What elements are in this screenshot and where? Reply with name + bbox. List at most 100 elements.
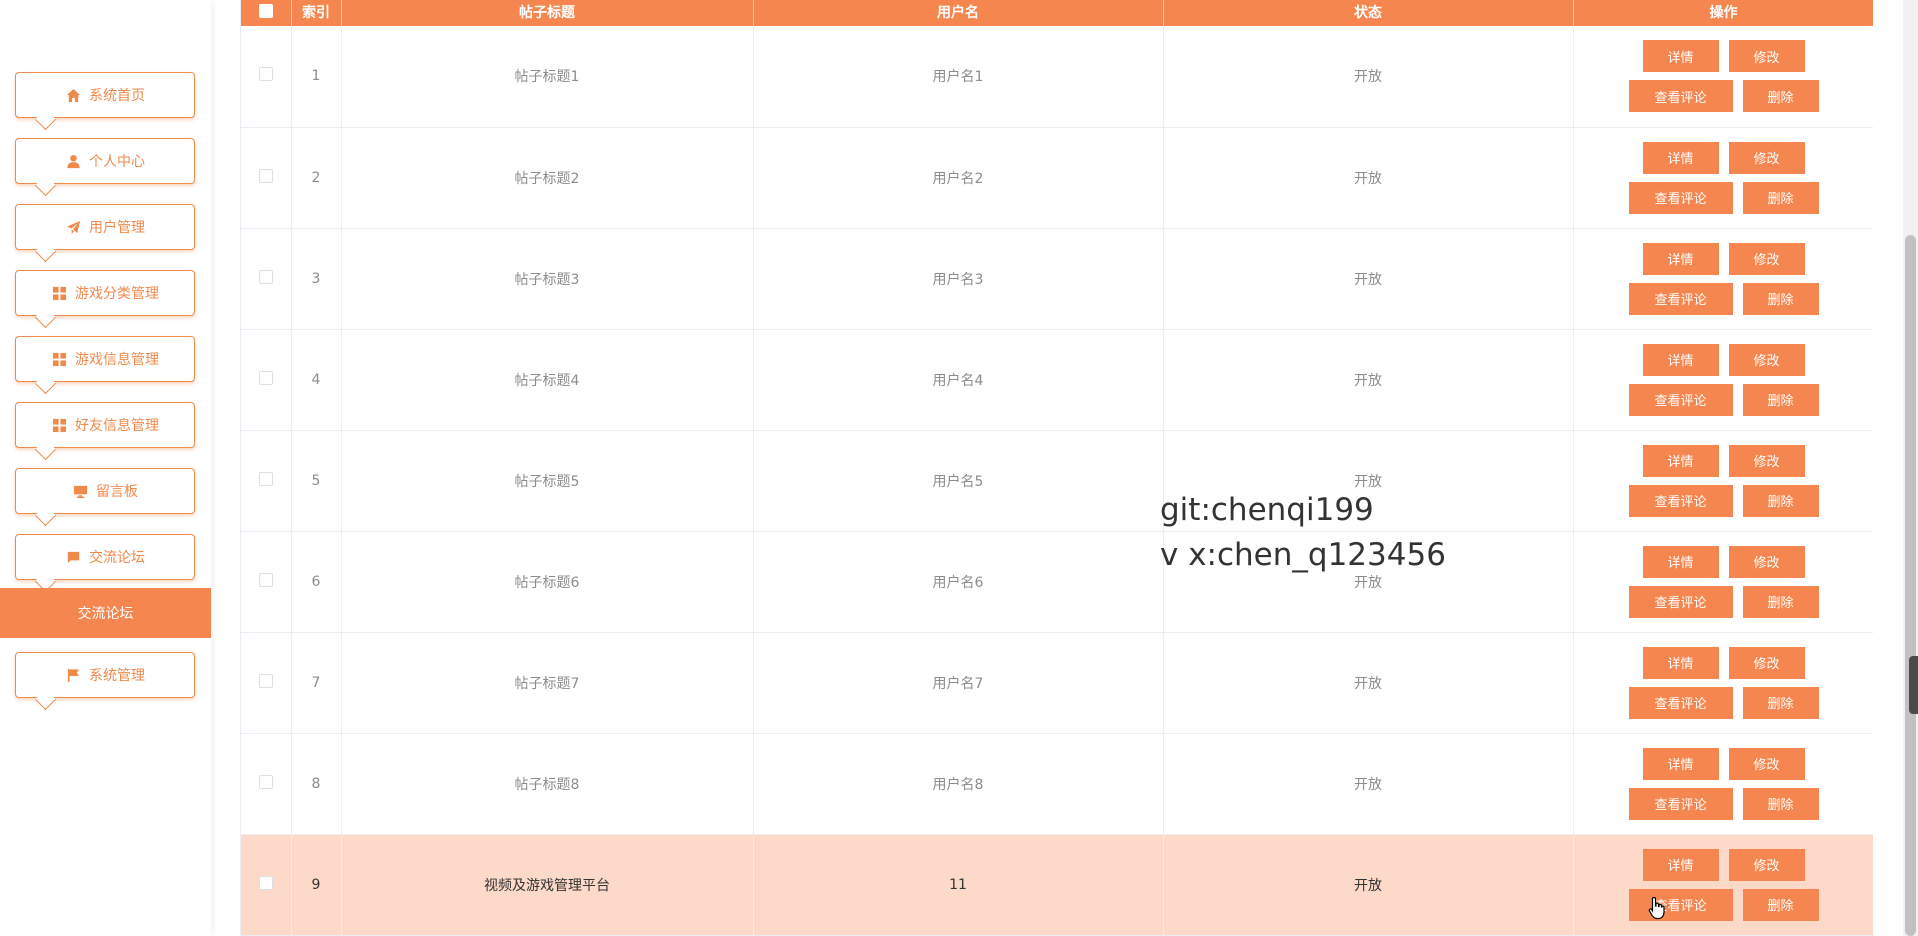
- table-row[interactable]: 1 帖子标题1 用户名1 开放 详情 修改 查看评论 删除: [241, 26, 1873, 128]
- detail-button[interactable]: 详情: [1642, 747, 1719, 780]
- edit-button[interactable]: 修改: [1728, 40, 1805, 73]
- scrollbar-thumb[interactable]: [1905, 235, 1916, 936]
- view-comments-button[interactable]: 查看评论: [1628, 80, 1733, 113]
- row-checkbox[interactable]: [258, 774, 273, 789]
- detail-button[interactable]: 详情: [1642, 646, 1719, 679]
- row-index: 8: [291, 733, 342, 835]
- column-header-username[interactable]: 用户名: [753, 0, 1164, 26]
- delete-button[interactable]: 删除: [1742, 181, 1819, 214]
- view-comments-button[interactable]: 查看评论: [1628, 484, 1733, 517]
- sidebar-item-home[interactable]: 系统首页: [15, 72, 195, 118]
- delete-button[interactable]: 删除: [1742, 383, 1819, 416]
- table-row[interactable]: 5 帖子标题5 用户名5 开放 详情 修改 查看评论 删除: [241, 430, 1873, 532]
- vertical-scrollbar[interactable]: [1903, 0, 1918, 936]
- table-row[interactable]: 3 帖子标题3 用户名3 开放 详情 修改 查看评论 删除: [241, 228, 1873, 330]
- sidebar-item-messages[interactable]: 留言板: [15, 468, 195, 514]
- detail-button[interactable]: 详情: [1642, 848, 1719, 881]
- row-status: 开放: [1163, 228, 1574, 330]
- row-status: 开放: [1163, 834, 1574, 936]
- detail-button[interactable]: 详情: [1642, 444, 1719, 477]
- sidebar-item-users[interactable]: 用户管理: [15, 204, 195, 250]
- column-header-index[interactable]: 索引: [291, 0, 342, 26]
- table-row[interactable]: 2 帖子标题2 用户名2 开放 详情 修改 查看评论 删除: [241, 127, 1873, 229]
- select-all-cell[interactable]: [241, 0, 292, 26]
- row-title: 帖子标题2: [341, 127, 754, 229]
- flag-icon: [65, 668, 81, 682]
- edit-button[interactable]: 修改: [1728, 646, 1805, 679]
- delete-button[interactable]: 删除: [1742, 484, 1819, 517]
- row-checkbox-cell[interactable]: [241, 127, 292, 229]
- sidebar-item-game-info[interactable]: 游戏信息管理: [15, 336, 195, 382]
- side-handle[interactable]: [1909, 656, 1918, 714]
- delete-button[interactable]: 删除: [1742, 282, 1819, 315]
- grid-icon: [51, 286, 67, 300]
- table-header-row: 索引 帖子标题 用户名 状态 操作: [241, 0, 1873, 26]
- detail-button[interactable]: 详情: [1642, 141, 1719, 174]
- row-checkbox[interactable]: [258, 875, 273, 890]
- row-checkbox-cell[interactable]: [241, 228, 292, 330]
- sidebar-item-forum[interactable]: 交流论坛: [15, 534, 195, 580]
- sidebar-item-profile[interactable]: 个人中心: [15, 138, 195, 184]
- detail-button[interactable]: 详情: [1642, 242, 1719, 275]
- row-username: 用户名6: [753, 531, 1164, 633]
- column-header-title[interactable]: 帖子标题: [341, 0, 754, 26]
- detail-button[interactable]: 详情: [1642, 40, 1719, 73]
- sidebar-item-label: 个人中心: [89, 154, 145, 170]
- chat-icon: [65, 550, 81, 564]
- edit-button[interactable]: 修改: [1728, 444, 1805, 477]
- view-comments-button[interactable]: 查看评论: [1628, 787, 1733, 820]
- view-comments-button[interactable]: 查看评论: [1628, 181, 1733, 214]
- delete-button[interactable]: 删除: [1742, 888, 1819, 921]
- view-comments-button[interactable]: 查看评论: [1628, 888, 1733, 921]
- sidebar-item-friends[interactable]: 好友信息管理: [15, 402, 195, 448]
- row-checkbox[interactable]: [258, 471, 273, 486]
- edit-button[interactable]: 修改: [1728, 545, 1805, 578]
- sidebar-item-game-category[interactable]: 游戏分类管理: [15, 270, 195, 316]
- row-checkbox-cell[interactable]: [241, 430, 292, 532]
- table-row[interactable]: 8 帖子标题8 用户名8 开放 详情 修改 查看评论 删除: [241, 733, 1873, 835]
- view-comments-button[interactable]: 查看评论: [1628, 585, 1733, 618]
- row-checkbox[interactable]: [258, 168, 273, 183]
- delete-button[interactable]: 删除: [1742, 686, 1819, 719]
- row-checkbox-cell[interactable]: [241, 329, 292, 431]
- edit-button[interactable]: 修改: [1728, 747, 1805, 780]
- row-checkbox-cell[interactable]: [241, 531, 292, 633]
- row-status: 开放: [1163, 531, 1574, 633]
- detail-button[interactable]: 详情: [1642, 343, 1719, 376]
- delete-button[interactable]: 删除: [1742, 585, 1819, 618]
- row-username: 用户名5: [753, 430, 1164, 532]
- sidebar-item-system[interactable]: 系统管理: [15, 652, 195, 698]
- sidebar-subitem-forum[interactable]: 交流论坛: [0, 588, 211, 638]
- view-comments-button[interactable]: 查看评论: [1628, 686, 1733, 719]
- edit-button[interactable]: 修改: [1728, 343, 1805, 376]
- view-comments-button[interactable]: 查看评论: [1628, 282, 1733, 315]
- column-header-actions: 操作: [1573, 0, 1873, 26]
- app-root: 系统首页 个人中心 用户管理 游戏分类管理 游戏信息管理 好友信息管理 留言板: [0, 0, 1918, 936]
- row-checkbox[interactable]: [258, 67, 273, 82]
- row-checkbox-cell[interactable]: [241, 632, 292, 734]
- row-title: 视频及游戏管理平台: [341, 834, 754, 936]
- row-checkbox[interactable]: [258, 673, 273, 688]
- edit-button[interactable]: 修改: [1728, 242, 1805, 275]
- row-checkbox[interactable]: [258, 572, 273, 587]
- table-row[interactable]: 4 帖子标题4 用户名4 开放 详情 修改 查看评论 删除: [241, 329, 1873, 431]
- row-checkbox-cell[interactable]: [241, 733, 292, 835]
- edit-button[interactable]: 修改: [1728, 141, 1805, 174]
- row-actions: 详情 修改 查看评论 删除: [1573, 329, 1873, 431]
- view-comments-button[interactable]: 查看评论: [1628, 383, 1733, 416]
- row-checkbox[interactable]: [258, 269, 273, 284]
- edit-button[interactable]: 修改: [1728, 848, 1805, 881]
- row-checkbox-cell[interactable]: [241, 26, 292, 128]
- row-checkbox-cell[interactable]: [241, 834, 292, 936]
- table-row[interactable]: 7 帖子标题7 用户名7 开放 详情 修改 查看评论 删除: [241, 632, 1873, 734]
- row-index: 5: [291, 430, 342, 532]
- row-checkbox[interactable]: [258, 370, 273, 385]
- column-header-status[interactable]: 状态: [1163, 0, 1574, 26]
- table-row[interactable]: 9 视频及游戏管理平台 11 开放 详情 修改 查看评论 删除: [241, 834, 1873, 936]
- row-title: 帖子标题7: [341, 632, 754, 734]
- delete-button[interactable]: 删除: [1742, 80, 1819, 113]
- select-all-checkbox[interactable]: [258, 4, 273, 18]
- detail-button[interactable]: 详情: [1642, 545, 1719, 578]
- delete-button[interactable]: 删除: [1742, 787, 1819, 820]
- table-row[interactable]: 6 帖子标题6 用户名6 开放 详情 修改 查看评论 删除: [241, 531, 1873, 633]
